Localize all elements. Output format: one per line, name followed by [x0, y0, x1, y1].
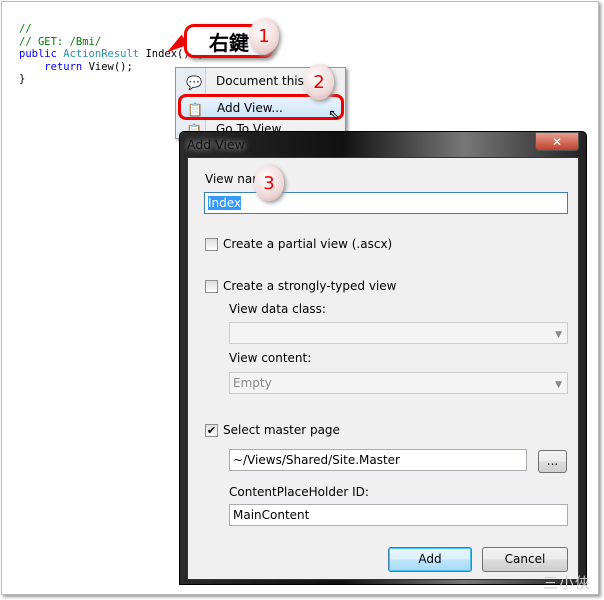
- view-data-class-label: View data class:: [229, 302, 326, 316]
- step-badge-3: 3: [254, 165, 284, 201]
- menu-item-label: Document this: [216, 74, 304, 88]
- view-content-value: Empty: [233, 376, 272, 390]
- code-keyword: public: [19, 48, 57, 60]
- close-button[interactable]: ✕: [535, 132, 579, 151]
- placeholder-id-label: ContentPlaceHolder ID:: [229, 485, 369, 499]
- chevron-down-icon: ▼: [555, 380, 562, 390]
- watermark: 三小俠: [543, 574, 592, 592]
- dialog-title: Add View: [187, 137, 245, 152]
- chevron-down-icon: ▼: [555, 330, 562, 340]
- strongly-typed-checkbox[interactable]: [205, 280, 218, 293]
- view-content-label: View content:: [229, 351, 312, 365]
- cancel-button[interactable]: Cancel: [482, 547, 568, 572]
- code-text: View();: [88, 60, 133, 73]
- browse-button[interactable]: ...: [538, 450, 567, 473]
- master-page-checkbox[interactable]: ✔: [205, 424, 218, 437]
- code-comment: //: [19, 23, 32, 35]
- placeholder-id-input[interactable]: MainContent: [229, 504, 568, 526]
- master-page-input[interactable]: ~/Views/Shared/Site.Master: [229, 449, 527, 471]
- code-comment: // GET: /Bmi/: [19, 35, 102, 48]
- dialog-body: View name: Index Create a partial view (…: [187, 157, 579, 580]
- code-type: ActionResult: [63, 48, 140, 60]
- add-view-dialog: Add View ✕ View name: Index Create a par…: [179, 131, 587, 585]
- master-page-label: Select master page: [223, 423, 340, 437]
- step-badge-1: 1: [249, 18, 279, 54]
- comment-icon: 💬: [186, 76, 203, 91]
- add-button[interactable]: Add: [388, 547, 472, 572]
- view-data-class-select[interactable]: ▼: [229, 322, 568, 344]
- mouse-cursor-icon: ⇖: [328, 107, 340, 123]
- partial-view-label: Create a partial view (.ascx): [223, 237, 393, 251]
- view-content-select[interactable]: Empty ▼: [229, 372, 568, 394]
- code-text: }: [19, 73, 26, 85]
- code-keyword: return: [44, 60, 83, 73]
- checkmark-icon: ✔: [206, 424, 217, 437]
- step-badge-2: 2: [304, 64, 334, 100]
- strongly-typed-label: Create a strongly-typed view: [223, 279, 397, 293]
- view-name-value: Index: [208, 196, 242, 210]
- partial-view-checkbox[interactable]: [205, 238, 218, 251]
